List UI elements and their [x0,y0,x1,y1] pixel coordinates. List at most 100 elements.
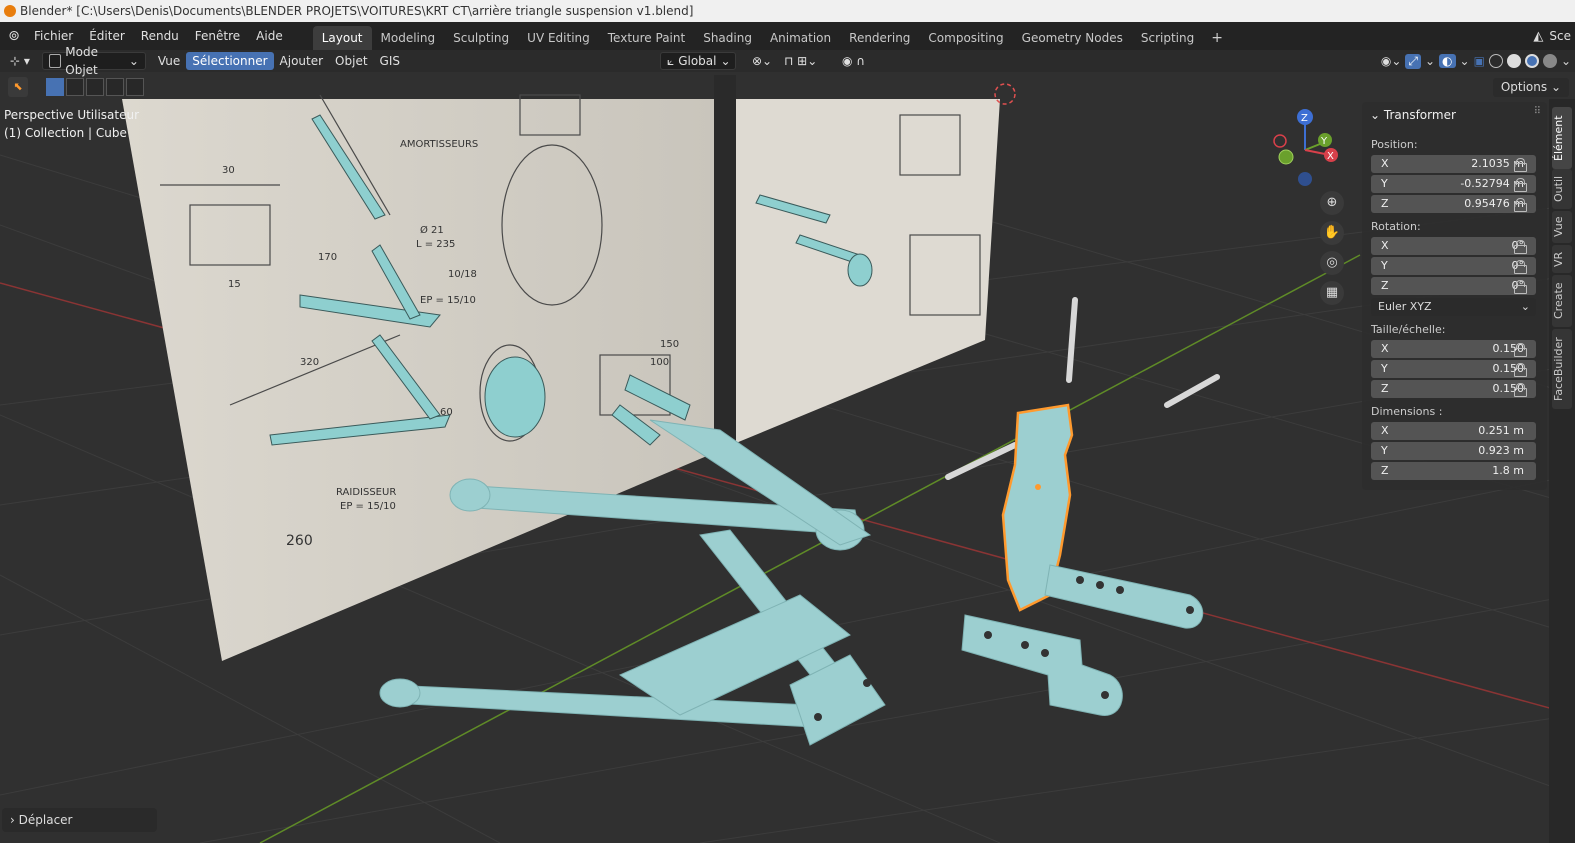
chevron-down-icon[interactable]: ⌄ [1460,54,1470,68]
add-workspace-button[interactable]: + [1203,26,1231,50]
rods[interactable] [945,297,1220,480]
gizmo-neg-z[interactable] [1298,172,1312,186]
material-shading-icon[interactable] [1524,54,1539,68]
menu-rendu[interactable]: Rendu [133,25,187,47]
gizmo-neg-x[interactable] [1273,134,1287,148]
select-tool-icon[interactable]: ⬉ [8,77,28,97]
viewport-header-right: ◉⌄ ⤢ ⌄ ◐ ⌄ ▣ ⌄ [1381,50,1575,72]
tab-layout[interactable]: Layout [312,26,372,50]
tab-element[interactable]: Élément [1552,107,1572,169]
scale-z-field[interactable]: Z 0.150 [1371,380,1536,398]
rendered-shading-icon[interactable] [1542,54,1557,68]
tab-outil[interactable]: Outil [1552,169,1572,209]
mounting-plates[interactable] [961,564,1204,716]
pivot-point-icon[interactable]: ⊗⌄ [746,52,778,70]
tab-compositing[interactable]: Compositing [919,26,1012,50]
tab-texture-paint[interactable]: Texture Paint [599,26,694,50]
xray-icon[interactable]: ▣ [1474,54,1485,68]
tab-shading[interactable]: Shading [694,26,761,50]
menu-ajouter[interactable]: Ajouter [274,52,330,70]
rotation-x-field[interactable]: X 0° [1371,237,1536,255]
viewport-canvas[interactable]: AMORTISSEURS 30 15 170 Ø 21 L = 235 EP =… [0,75,1575,843]
select-extend-icon[interactable] [66,78,84,96]
blueprint-board-left[interactable] [122,99,714,661]
lock-icon[interactable] [1514,240,1528,254]
lock-icon[interactable] [1514,260,1528,274]
scale-y-field[interactable]: Y 0.150 [1371,360,1536,378]
lock-icon[interactable] [1514,280,1528,294]
3d-viewport[interactable]: AMORTISSEURS 30 15 170 Ø 21 L = 235 EP =… [0,75,1575,843]
chevron-down-icon[interactable]: ⌄ [1425,54,1435,68]
dimensions-z-field[interactable]: Z 1.8 m [1371,462,1536,480]
select-subtract-icon[interactable] [86,78,104,96]
scale-x-field[interactable]: X 0.150 [1371,340,1536,358]
mode-dropdown[interactable]: Mode Objet ⌄ [41,45,146,77]
solid-shading-icon[interactable] [1506,54,1521,68]
visibility-icon[interactable]: ◉⌄ [1381,54,1402,68]
zoom-icon[interactable]: ⊕ [1320,191,1344,215]
gizmo-toggle-icon[interactable]: ⤢ [1405,53,1421,69]
dimensions-x-field[interactable]: X 0.251 m [1371,422,1536,440]
pan-hand-icon[interactable]: ✋ [1320,221,1344,245]
tab-create[interactable]: Create [1552,275,1572,327]
navigation-gizmo[interactable]: Z Y X [1273,109,1338,186]
transform-orientation-dropdown[interactable]: ⟀ Global ⌄ [660,52,736,70]
lock-icon[interactable] [1514,383,1528,397]
panel-header[interactable]: ⌄ Transformer [1370,106,1456,124]
orientation-icon: ⟀ [667,54,675,68]
select-invert-icon[interactable] [106,78,124,96]
tab-rendering[interactable]: Rendering [840,26,919,50]
gizmo-neg-y[interactable] [1278,149,1294,165]
panel-title: Transformer [1383,108,1456,122]
overlays-icon[interactable]: ◐ [1439,54,1456,68]
scene-icon[interactable]: ◭ [1533,29,1543,44]
lock-icon[interactable] [1514,158,1528,172]
tab-vue[interactable]: Vue [1552,211,1572,243]
tab-uv-editing[interactable]: UV Editing [518,26,599,50]
blender-menu-icon[interactable]: ⊚ [2,28,26,44]
menu-objet[interactable]: Objet [329,52,373,70]
lock-icon[interactable] [1514,363,1528,377]
drawing-label: Ø 21 [420,224,444,236]
wireframe-shading-icon[interactable] [1488,54,1503,68]
rotation-y-field[interactable]: Y 0° [1371,257,1536,275]
tab-modeling[interactable]: Modeling [372,26,445,50]
position-z-field[interactable]: Z 0.95476 m [1371,195,1536,213]
drag-handle-icon[interactable]: ⠿ [1534,106,1541,117]
blender-logo-icon [4,5,16,17]
menu-aide[interactable]: Aide [248,25,291,47]
lock-icon[interactable] [1514,343,1528,357]
last-operation-panel[interactable]: › Déplacer [2,808,157,832]
select-new-icon[interactable] [46,78,64,96]
view-perspective-label: Perspective Utilisateur [4,108,140,122]
menu-fenetre[interactable]: Fenêtre [187,25,248,47]
rotation-mode-dropdown[interactable]: Euler XYZ ⌄ [1371,298,1536,316]
gizmo-y-label: Y [1320,136,1328,147]
menu-vue[interactable]: Vue [152,52,186,70]
lock-icon[interactable] [1514,178,1528,192]
dimensions-y-field[interactable]: Y 0.923 m [1371,442,1536,460]
options-dropdown[interactable]: Options ⌄ [1492,78,1569,97]
proportional-editing-icon[interactable]: ◉ ∩ [836,52,871,70]
select-intersect-icon[interactable] [126,78,144,96]
menu-selectionner[interactable]: Sélectionner [186,52,274,70]
snap-icon[interactable]: ⊓ ⊞⌄ [778,52,823,70]
tab-scripting[interactable]: Scripting [1132,26,1203,50]
camera-view-icon[interactable]: ◎ [1320,251,1344,275]
chevron-down-icon[interactable]: ⌄ [1561,54,1571,68]
dimensions-section-label: Dimensions : [1371,405,1443,418]
editor-type-icon[interactable]: ⊹ ▾ [4,52,36,70]
tab-facebuilder[interactable]: FaceBuilder [1552,329,1572,409]
position-x-field[interactable]: X 2.1035 m [1371,155,1565,173]
perspective-toggle-icon[interactable]: ▦ [1320,281,1344,305]
menu-gis[interactable]: GIS [374,52,406,70]
tab-geometry-nodes[interactable]: Geometry Nodes [1013,26,1132,50]
tab-sculpting[interactable]: Sculpting [444,26,518,50]
tab-animation[interactable]: Animation [761,26,840,50]
window-title: Blender* [C:\Users\Denis\Documents\BLEND… [20,4,694,18]
rotation-z-field[interactable]: Z 0° [1371,277,1536,295]
position-y-field[interactable]: Y -0.52794 m [1371,175,1536,193]
lock-icon[interactable] [1514,198,1528,212]
scene-selector[interactable]: Sce [1549,29,1571,43]
tab-vr[interactable]: VR [1552,245,1572,273]
